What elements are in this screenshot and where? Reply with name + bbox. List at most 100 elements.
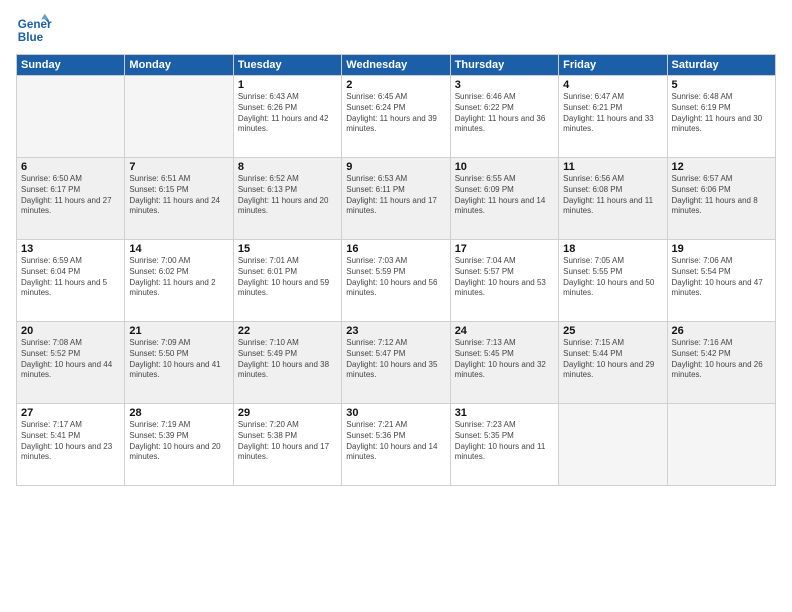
day-info: Sunrise: 6:59 AM Sunset: 6:04 PM Dayligh… [21, 256, 120, 299]
day-number: 28 [129, 407, 228, 419]
svg-text:Blue: Blue [18, 31, 44, 44]
day-info: Sunrise: 7:10 AM Sunset: 5:49 PM Dayligh… [238, 338, 337, 381]
day-info: Sunrise: 7:15 AM Sunset: 5:44 PM Dayligh… [563, 338, 662, 381]
day-info: Sunrise: 6:45 AM Sunset: 6:24 PM Dayligh… [346, 92, 445, 135]
day-info: Sunrise: 7:09 AM Sunset: 5:50 PM Dayligh… [129, 338, 228, 381]
day-info: Sunrise: 6:47 AM Sunset: 6:21 PM Dayligh… [563, 92, 662, 135]
day-info: Sunrise: 6:52 AM Sunset: 6:13 PM Dayligh… [238, 174, 337, 217]
calendar-cell: 5Sunrise: 6:48 AM Sunset: 6:19 PM Daylig… [667, 76, 775, 158]
calendar-cell: 10Sunrise: 6:55 AM Sunset: 6:09 PM Dayli… [450, 158, 558, 240]
day-info: Sunrise: 6:46 AM Sunset: 6:22 PM Dayligh… [455, 92, 554, 135]
calendar-table: SundayMondayTuesdayWednesdayThursdayFrid… [16, 54, 776, 486]
calendar-cell: 22Sunrise: 7:10 AM Sunset: 5:49 PM Dayli… [233, 322, 341, 404]
calendar-cell: 25Sunrise: 7:15 AM Sunset: 5:44 PM Dayli… [559, 322, 667, 404]
day-number: 13 [21, 243, 120, 255]
day-info: Sunrise: 7:23 AM Sunset: 5:35 PM Dayligh… [455, 420, 554, 463]
calendar-week-row: 1Sunrise: 6:43 AM Sunset: 6:26 PM Daylig… [17, 76, 776, 158]
calendar-cell [559, 404, 667, 486]
logo: General Blue [16, 12, 56, 48]
calendar-cell: 9Sunrise: 6:53 AM Sunset: 6:11 PM Daylig… [342, 158, 450, 240]
day-number: 5 [672, 79, 771, 91]
day-info: Sunrise: 7:05 AM Sunset: 5:55 PM Dayligh… [563, 256, 662, 299]
calendar-week-row: 27Sunrise: 7:17 AM Sunset: 5:41 PM Dayli… [17, 404, 776, 486]
day-info: Sunrise: 6:51 AM Sunset: 6:15 PM Dayligh… [129, 174, 228, 217]
day-info: Sunrise: 7:03 AM Sunset: 5:59 PM Dayligh… [346, 256, 445, 299]
day-number: 11 [563, 161, 662, 173]
calendar-cell: 13Sunrise: 6:59 AM Sunset: 6:04 PM Dayli… [17, 240, 125, 322]
weekday-header-tuesday: Tuesday [233, 55, 341, 76]
day-info: Sunrise: 7:04 AM Sunset: 5:57 PM Dayligh… [455, 256, 554, 299]
day-info: Sunrise: 6:56 AM Sunset: 6:08 PM Dayligh… [563, 174, 662, 217]
weekday-header-wednesday: Wednesday [342, 55, 450, 76]
calendar-cell: 12Sunrise: 6:57 AM Sunset: 6:06 PM Dayli… [667, 158, 775, 240]
calendar-week-row: 20Sunrise: 7:08 AM Sunset: 5:52 PM Dayli… [17, 322, 776, 404]
day-number: 7 [129, 161, 228, 173]
calendar-cell: 4Sunrise: 6:47 AM Sunset: 6:21 PM Daylig… [559, 76, 667, 158]
calendar-cell: 7Sunrise: 6:51 AM Sunset: 6:15 PM Daylig… [125, 158, 233, 240]
day-number: 17 [455, 243, 554, 255]
day-number: 2 [346, 79, 445, 91]
weekday-header-row: SundayMondayTuesdayWednesdayThursdayFrid… [17, 55, 776, 76]
calendar-cell: 20Sunrise: 7:08 AM Sunset: 5:52 PM Dayli… [17, 322, 125, 404]
day-number: 14 [129, 243, 228, 255]
day-number: 16 [346, 243, 445, 255]
calendar-cell: 3Sunrise: 6:46 AM Sunset: 6:22 PM Daylig… [450, 76, 558, 158]
calendar-cell: 29Sunrise: 7:20 AM Sunset: 5:38 PM Dayli… [233, 404, 341, 486]
weekday-header-friday: Friday [559, 55, 667, 76]
day-number: 12 [672, 161, 771, 173]
calendar-cell [125, 76, 233, 158]
calendar-cell: 21Sunrise: 7:09 AM Sunset: 5:50 PM Dayli… [125, 322, 233, 404]
day-info: Sunrise: 6:43 AM Sunset: 6:26 PM Dayligh… [238, 92, 337, 135]
calendar-cell [17, 76, 125, 158]
calendar-cell: 11Sunrise: 6:56 AM Sunset: 6:08 PM Dayli… [559, 158, 667, 240]
day-info: Sunrise: 7:12 AM Sunset: 5:47 PM Dayligh… [346, 338, 445, 381]
day-number: 1 [238, 79, 337, 91]
calendar-cell: 24Sunrise: 7:13 AM Sunset: 5:45 PM Dayli… [450, 322, 558, 404]
calendar-cell: 31Sunrise: 7:23 AM Sunset: 5:35 PM Dayli… [450, 404, 558, 486]
weekday-header-saturday: Saturday [667, 55, 775, 76]
day-info: Sunrise: 7:20 AM Sunset: 5:38 PM Dayligh… [238, 420, 337, 463]
weekday-header-thursday: Thursday [450, 55, 558, 76]
day-number: 23 [346, 325, 445, 337]
day-info: Sunrise: 7:13 AM Sunset: 5:45 PM Dayligh… [455, 338, 554, 381]
calendar-week-row: 13Sunrise: 6:59 AM Sunset: 6:04 PM Dayli… [17, 240, 776, 322]
calendar-cell: 2Sunrise: 6:45 AM Sunset: 6:24 PM Daylig… [342, 76, 450, 158]
calendar-cell: 8Sunrise: 6:52 AM Sunset: 6:13 PM Daylig… [233, 158, 341, 240]
day-number: 25 [563, 325, 662, 337]
day-info: Sunrise: 6:53 AM Sunset: 6:11 PM Dayligh… [346, 174, 445, 217]
day-number: 4 [563, 79, 662, 91]
calendar-cell: 17Sunrise: 7:04 AM Sunset: 5:57 PM Dayli… [450, 240, 558, 322]
page: General Blue SundayMondayTuesdayWednesda… [0, 0, 792, 612]
day-info: Sunrise: 6:55 AM Sunset: 6:09 PM Dayligh… [455, 174, 554, 217]
calendar-cell: 15Sunrise: 7:01 AM Sunset: 6:01 PM Dayli… [233, 240, 341, 322]
day-number: 21 [129, 325, 228, 337]
day-info: Sunrise: 7:21 AM Sunset: 5:36 PM Dayligh… [346, 420, 445, 463]
day-info: Sunrise: 7:17 AM Sunset: 5:41 PM Dayligh… [21, 420, 120, 463]
day-number: 15 [238, 243, 337, 255]
calendar-cell: 28Sunrise: 7:19 AM Sunset: 5:39 PM Dayli… [125, 404, 233, 486]
calendar-cell: 1Sunrise: 6:43 AM Sunset: 6:26 PM Daylig… [233, 76, 341, 158]
day-number: 6 [21, 161, 120, 173]
calendar-cell: 16Sunrise: 7:03 AM Sunset: 5:59 PM Dayli… [342, 240, 450, 322]
day-info: Sunrise: 7:01 AM Sunset: 6:01 PM Dayligh… [238, 256, 337, 299]
calendar-cell: 14Sunrise: 7:00 AM Sunset: 6:02 PM Dayli… [125, 240, 233, 322]
calendar-cell: 19Sunrise: 7:06 AM Sunset: 5:54 PM Dayli… [667, 240, 775, 322]
day-number: 31 [455, 407, 554, 419]
calendar-cell: 18Sunrise: 7:05 AM Sunset: 5:55 PM Dayli… [559, 240, 667, 322]
day-number: 9 [346, 161, 445, 173]
day-info: Sunrise: 6:48 AM Sunset: 6:19 PM Dayligh… [672, 92, 771, 135]
calendar-cell: 26Sunrise: 7:16 AM Sunset: 5:42 PM Dayli… [667, 322, 775, 404]
calendar-cell: 6Sunrise: 6:50 AM Sunset: 6:17 PM Daylig… [17, 158, 125, 240]
day-info: Sunrise: 7:19 AM Sunset: 5:39 PM Dayligh… [129, 420, 228, 463]
day-info: Sunrise: 7:06 AM Sunset: 5:54 PM Dayligh… [672, 256, 771, 299]
calendar-cell: 27Sunrise: 7:17 AM Sunset: 5:41 PM Dayli… [17, 404, 125, 486]
day-info: Sunrise: 6:57 AM Sunset: 6:06 PM Dayligh… [672, 174, 771, 217]
calendar-cell: 30Sunrise: 7:21 AM Sunset: 5:36 PM Dayli… [342, 404, 450, 486]
day-info: Sunrise: 7:08 AM Sunset: 5:52 PM Dayligh… [21, 338, 120, 381]
day-info: Sunrise: 7:00 AM Sunset: 6:02 PM Dayligh… [129, 256, 228, 299]
calendar-cell [667, 404, 775, 486]
header: General Blue [16, 12, 776, 48]
day-number: 27 [21, 407, 120, 419]
day-number: 19 [672, 243, 771, 255]
weekday-header-monday: Monday [125, 55, 233, 76]
